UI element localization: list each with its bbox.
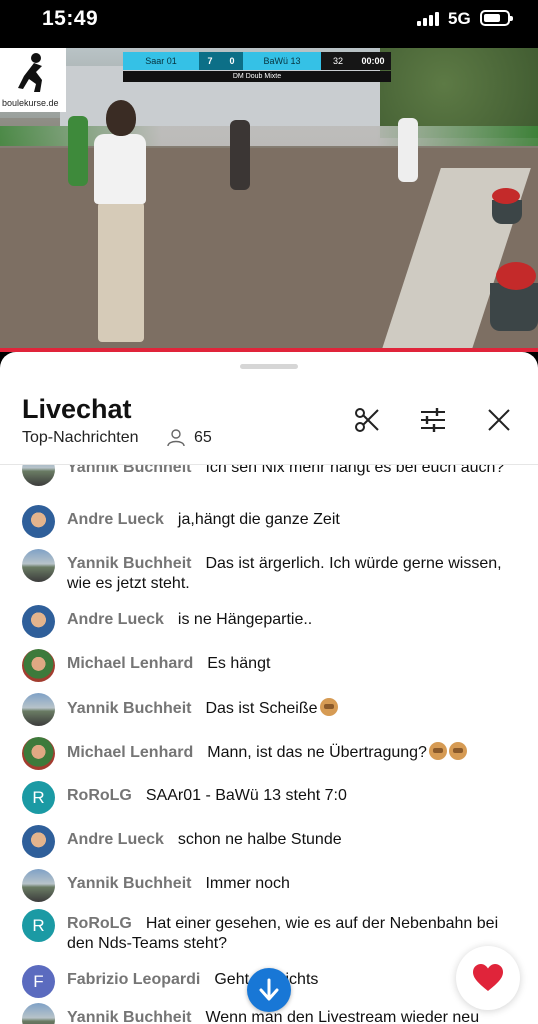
message-body: Fabrizio LeopardiGeht garnichts bbox=[67, 970, 517, 990]
monkey-emoji-icon bbox=[448, 742, 467, 760]
scoreboard-subtitle: DM Doub Mixte bbox=[123, 71, 391, 82]
message-author[interactable]: Michael Lenhard bbox=[67, 744, 193, 761]
chat-messages[interactable]: Yannik Buchheit Ich seh Nix mehr hängt es… bbox=[0, 465, 538, 1024]
livechat-panel: Livechat Top-Nachrichten 65 Yannik Buchh… bbox=[0, 352, 538, 1024]
close-icon bbox=[488, 409, 510, 431]
avatar[interactable]: R bbox=[22, 909, 55, 942]
reaction-button[interactable] bbox=[456, 946, 520, 1010]
message-author[interactable]: Andre Lueck bbox=[67, 831, 164, 848]
avatar[interactable]: F bbox=[22, 965, 55, 998]
video-player[interactable]: boulekurse.de Saar 01 7 0 BaWü 13 32 00:… bbox=[0, 48, 538, 350]
message-author[interactable]: Andre Lueck bbox=[67, 611, 164, 628]
message-author[interactable]: Yannik Buchheit bbox=[67, 465, 191, 476]
avatar[interactable] bbox=[22, 465, 55, 486]
viewer-count: 65 bbox=[194, 429, 212, 446]
team2-name: BaWü 13 bbox=[243, 52, 321, 70]
avatar[interactable] bbox=[22, 869, 55, 902]
avatar[interactable] bbox=[22, 825, 55, 858]
arrow-down-icon bbox=[259, 978, 279, 1001]
message-text: Ich seh Nix mehr hängt es bei euch auch? bbox=[205, 465, 505, 476]
message-body: Yannik Buchheit Immer noch bbox=[67, 874, 517, 894]
message-body: Yannik Buchheit Das ist ärgerlich. Ich wü… bbox=[67, 554, 517, 594]
close-button[interactable] bbox=[483, 404, 515, 436]
match-timer: 00:00 bbox=[355, 52, 391, 70]
signal-icon bbox=[417, 12, 441, 26]
message-author[interactable]: Michael Lenhard bbox=[67, 655, 193, 672]
player-figure bbox=[92, 100, 154, 350]
message-author[interactable]: Yannik Buchheit bbox=[67, 555, 191, 572]
avatar[interactable] bbox=[22, 605, 55, 638]
monkey-emoji-icon bbox=[428, 742, 447, 760]
message-text: Immer noch bbox=[205, 875, 290, 892]
status-time: 15:49 bbox=[42, 7, 99, 30]
message-author[interactable]: RoRoLG bbox=[67, 915, 132, 932]
message-author[interactable]: Andre Lueck bbox=[67, 511, 164, 528]
network-label: 5G bbox=[448, 9, 471, 28]
avatar[interactable] bbox=[22, 505, 55, 538]
message-text: SAAr01 - BaWü 13 steht 7:0 bbox=[145, 787, 347, 804]
avatar[interactable] bbox=[22, 549, 55, 582]
message-body: Yannik Buchheit Das ist Scheiße bbox=[67, 698, 517, 719]
message-body: Michael Lenhard Mann, ist das ne Übertrag… bbox=[67, 742, 517, 763]
message-body: Andre Lueck ja,hängt die ganze Zeit bbox=[67, 510, 517, 530]
message-body: Andre Lueck is ne Hängepartie.. bbox=[67, 610, 517, 630]
avatar[interactable] bbox=[22, 693, 55, 726]
message-text: Es hängt bbox=[207, 655, 271, 672]
avatar[interactable] bbox=[22, 737, 55, 770]
message-text: Das ist Scheiße bbox=[205, 700, 318, 717]
message-body: Andre Lueck schon ne halbe Stunde bbox=[67, 830, 517, 850]
message-author[interactable]: RoRoLG bbox=[67, 787, 132, 804]
scoreboard: Saar 01 7 0 BaWü 13 32 00:00 DM Doub Mix… bbox=[123, 52, 391, 82]
clip-button[interactable] bbox=[351, 404, 383, 436]
heart-icon bbox=[473, 964, 503, 991]
message-body: Yannik Buchheit Ich seh Nix mehr hängt es… bbox=[67, 465, 517, 478]
monkey-emoji-icon bbox=[319, 698, 338, 716]
message-author[interactable]: Fabrizio Leopardi bbox=[67, 971, 200, 988]
message-body: Michael Lenhard Es hängt bbox=[67, 654, 517, 674]
message-body: RoRoLG SAAr01 - BaWü 13 steht 7:0 bbox=[67, 786, 517, 806]
message-author[interactable]: Yannik Buchheit bbox=[67, 875, 191, 892]
message-author[interactable]: Yannik Buchheit bbox=[67, 700, 191, 717]
channel-logo: boulekurse.de bbox=[0, 48, 66, 112]
message-text: ja,hängt die ganze Zeit bbox=[177, 511, 340, 528]
message-body: RoRoLG Hat einer gesehen, wie es auf der … bbox=[67, 914, 517, 954]
avatar[interactable] bbox=[22, 1003, 55, 1024]
message-text: is ne Hängepartie.. bbox=[177, 611, 313, 628]
status-bar: 15:49 5G bbox=[0, 0, 538, 44]
message-author[interactable]: Yannik Buchheit bbox=[67, 1009, 191, 1024]
team2-score: 0 bbox=[221, 52, 243, 70]
avatar[interactable]: R bbox=[22, 781, 55, 814]
team1-score: 7 bbox=[199, 52, 221, 70]
message-text: Wenn man den Livestream wieder neu bbox=[205, 1009, 480, 1024]
scissors-icon bbox=[355, 408, 379, 432]
chat-filter-dropdown[interactable]: Top-Nachrichten bbox=[22, 429, 139, 447]
sliders-icon bbox=[421, 408, 445, 432]
battery-icon bbox=[480, 10, 513, 26]
filter-button[interactable] bbox=[417, 404, 449, 436]
scroll-to-bottom-button[interactable] bbox=[247, 968, 291, 1012]
logo-text: boulekurse.de bbox=[2, 98, 59, 108]
message-text: Mann, ist das ne Übertragung? bbox=[207, 744, 427, 761]
team1-name: Saar 01 bbox=[123, 52, 199, 70]
avatar[interactable] bbox=[22, 649, 55, 682]
message-text: schon ne halbe Stunde bbox=[177, 831, 342, 848]
viewers-icon bbox=[167, 429, 185, 447]
message-body: Yannik Buchheit Wenn man den Livestream w… bbox=[67, 1008, 517, 1024]
chat-title: Livechat bbox=[22, 394, 132, 424]
drag-handle[interactable] bbox=[240, 364, 298, 369]
points-target: 32 bbox=[321, 52, 355, 70]
